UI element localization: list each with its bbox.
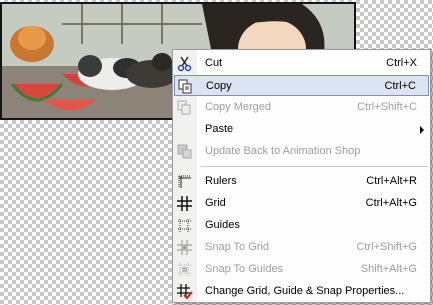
menu-item-grid-label: Grid xyxy=(205,197,226,209)
grid-properties-icon xyxy=(176,283,193,300)
copy-icon xyxy=(177,78,194,95)
menu-item-snap-to-grid[interactable]: Snap To Grid Ctrl+Shift+G xyxy=(174,237,429,258)
update-back-icon xyxy=(176,143,193,160)
rulers-icon xyxy=(176,173,193,190)
menu-item-change-grid-properties-label: Change Grid, Guide & Snap Properties... xyxy=(205,285,405,297)
menu-item-copy-shortcut: Ctrl+C xyxy=(384,80,416,92)
menu-item-copy[interactable]: Copy Ctrl+C xyxy=(174,75,429,96)
menu-item-cut-label: Cut xyxy=(205,57,223,69)
menu-item-cut-shortcut: Ctrl+X xyxy=(386,57,417,69)
menu-item-rulers-shortcut: Ctrl+Alt+R xyxy=(366,175,417,187)
menu-item-copy-merged-shortcut: Ctrl+Shift+C xyxy=(357,101,417,113)
menu-item-paste-label: Paste xyxy=(205,123,234,135)
menu-item-snap-to-guides[interactable]: Snap To Guides Shift+Alt+G xyxy=(174,259,429,280)
menu-item-cut[interactable]: Cut Ctrl+X xyxy=(174,53,429,74)
menu-item-update-back[interactable]: Update Back to Animation Shop xyxy=(174,141,429,162)
menu-item-snap-to-grid-shortcut: Ctrl+Shift+G xyxy=(356,241,417,253)
menu-item-snap-to-guides-shortcut: Shift+Alt+G xyxy=(360,263,417,275)
context-menu: Cut Ctrl+X Copy Ctrl+C Copy Merged Ctrl+… xyxy=(172,49,431,303)
grid-icon xyxy=(176,195,193,212)
copy-merged-icon xyxy=(176,99,193,116)
guides-icon xyxy=(176,217,193,234)
menu-item-change-grid-properties[interactable]: Change Grid, Guide & Snap Properties... xyxy=(174,281,429,302)
menu-item-rulers-label: Rulers xyxy=(205,175,237,187)
menu-item-paste[interactable]: Paste xyxy=(174,119,429,140)
submenu-arrow-icon xyxy=(420,126,424,134)
menu-item-copy-label: Copy xyxy=(206,80,232,92)
menu-item-guides[interactable]: Guides xyxy=(174,215,429,236)
menu-separator xyxy=(201,166,428,167)
snap-to-guides-icon xyxy=(176,261,193,278)
menu-item-guides-label: Guides xyxy=(205,219,240,231)
menu-item-copy-merged[interactable]: Copy Merged Ctrl+Shift+C xyxy=(174,97,429,118)
menu-item-rulers[interactable]: Rulers Ctrl+Alt+R xyxy=(174,171,429,192)
menu-item-snap-to-grid-label: Snap To Grid xyxy=(205,241,270,253)
snap-to-grid-icon xyxy=(176,239,193,256)
menu-item-snap-to-guides-label: Snap To Guides xyxy=(205,263,284,275)
menu-item-grid-shortcut: Ctrl+Alt+G xyxy=(365,197,417,209)
menu-item-update-back-label: Update Back to Animation Shop xyxy=(205,145,361,157)
scissors-icon xyxy=(176,55,193,72)
menu-item-grid[interactable]: Grid Ctrl+Alt+G xyxy=(174,193,429,214)
menu-item-copy-merged-label: Copy Merged xyxy=(205,101,272,113)
